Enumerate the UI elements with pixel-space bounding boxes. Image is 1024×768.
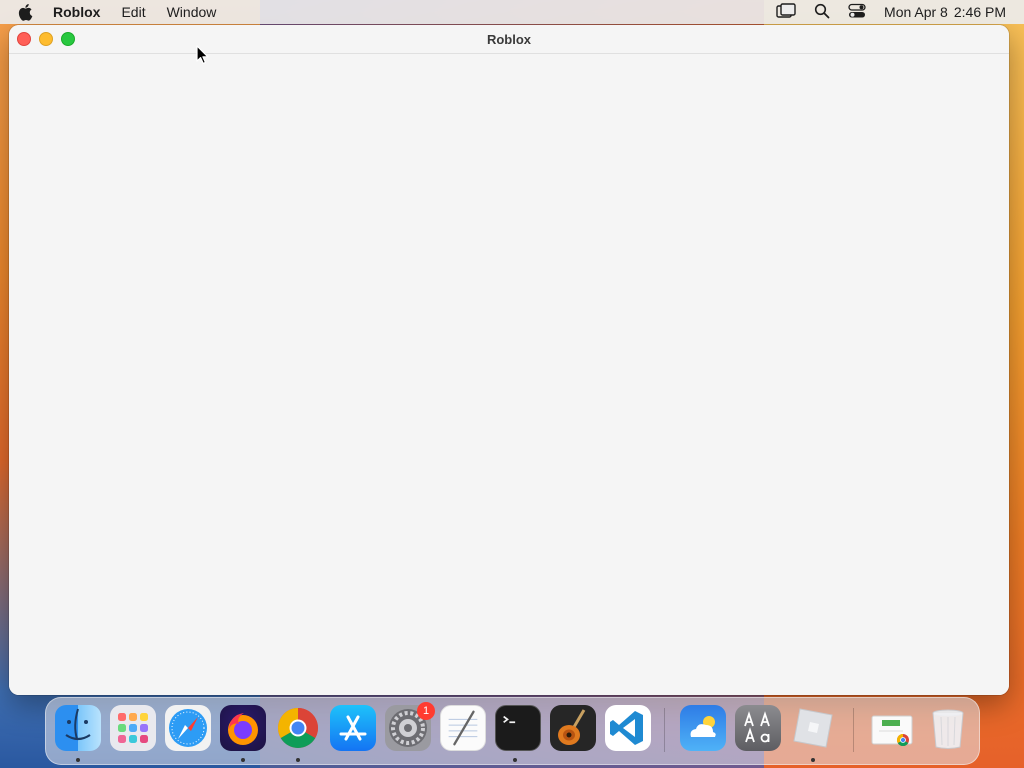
screen-mirroring-icon[interactable]: [776, 2, 796, 22]
dock-app-store[interactable]: [330, 705, 376, 751]
running-indicator: [76, 758, 80, 762]
dock-terminal[interactable]: [495, 705, 541, 751]
dock-launchpad[interactable]: [110, 705, 156, 751]
trash-icon: [932, 709, 964, 749]
running-indicator: [241, 758, 245, 762]
roblox-window: Roblox: [9, 25, 1009, 695]
close-button[interactable]: [17, 32, 31, 46]
spotlight-search-icon[interactable]: [814, 3, 830, 22]
dock-trash[interactable]: [925, 705, 971, 751]
mouse-cursor-icon: [196, 45, 210, 70]
menu-clock[interactable]: Mon Apr 8 2:46 PM: [884, 4, 1006, 20]
dock-firefox[interactable]: [220, 705, 266, 751]
window-content[interactable]: [9, 54, 1009, 695]
vscode-icon: [610, 711, 643, 745]
zoom-button[interactable]: [61, 32, 75, 46]
dock: 1: [45, 697, 980, 765]
dock-safari[interactable]: [165, 705, 211, 751]
textedit-icon: [448, 710, 478, 746]
dock-weather[interactable]: [680, 705, 726, 751]
dock-chrome[interactable]: [275, 705, 321, 751]
dock-downloads[interactable]: [869, 705, 915, 751]
menu-bar: Roblox Edit Window Mon Apr 8 2:46 PM: [0, 0, 1024, 24]
font-book-icon: [744, 711, 770, 743]
window-title: Roblox: [486, 31, 532, 47]
terminal-icon: [503, 715, 516, 724]
menu-window[interactable]: Window: [167, 4, 217, 20]
menu-app-name[interactable]: Roblox: [53, 4, 100, 20]
firefox-icon: [228, 713, 258, 745]
dock-font-book[interactable]: [735, 705, 781, 751]
chrome-icon: [278, 708, 318, 748]
app-store-icon: [339, 715, 367, 741]
dock-roblox[interactable]: [790, 705, 836, 751]
roblox-icon: [793, 708, 833, 748]
running-indicator: [811, 758, 815, 762]
launchpad-icon: [118, 713, 148, 743]
dock-vscode[interactable]: [605, 705, 651, 751]
weather-icon: [690, 716, 716, 737]
dock-garageband[interactable]: [550, 705, 596, 751]
downloads-stack-icon: [871, 715, 913, 747]
window-controls: [17, 32, 75, 46]
guitar-icon: [558, 709, 586, 745]
dock-separator: [853, 708, 854, 752]
clock-time: 2:46 PM: [953, 4, 1006, 20]
dock-textedit[interactable]: [440, 705, 486, 751]
running-indicator: [296, 758, 300, 762]
notification-badge: 1: [417, 702, 435, 720]
running-indicator: [513, 758, 517, 762]
menu-edit[interactable]: Edit: [121, 4, 145, 20]
dock-finder[interactable]: [55, 705, 101, 751]
safari-icon: [169, 709, 207, 747]
clock-date: Mon Apr 8: [884, 4, 948, 20]
dock-separator: [664, 708, 665, 752]
control-center-icon[interactable]: [848, 3, 866, 22]
finder-icon: [65, 708, 91, 741]
apple-menu-icon[interactable]: [18, 3, 36, 21]
window-titlebar[interactable]: Roblox: [9, 25, 1009, 54]
dock-system-settings[interactable]: 1: [385, 702, 435, 751]
minimize-button[interactable]: [39, 32, 53, 46]
